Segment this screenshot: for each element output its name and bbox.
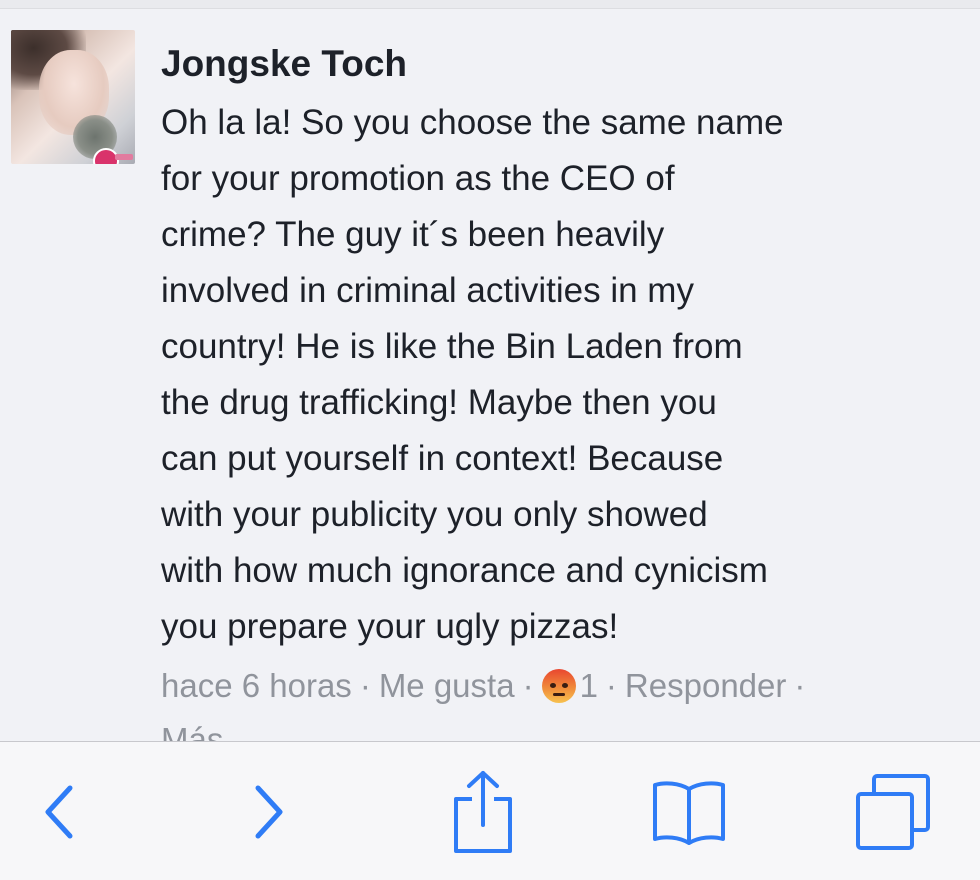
- meta-separator: ·: [794, 667, 806, 704]
- browser-toolbar: [0, 741, 980, 880]
- comment-author[interactable]: Jongske Toch: [161, 42, 407, 86]
- comment-text: Oh la la! So you choose the same name fo…: [161, 95, 971, 655]
- comment-text-line: Oh la la! So you choose the same name: [161, 103, 784, 142]
- back-icon: [45, 785, 73, 838]
- avatar[interactable]: [11, 30, 135, 164]
- bookmarks-icon: [653, 780, 725, 845]
- comment-text-line: involved in criminal activities in my: [161, 271, 694, 310]
- forward-icon: [255, 785, 283, 838]
- comment: Jongske Toch Oh la la! So you choose the…: [0, 9, 980, 741]
- comment-text-line: with your publicity you only showed: [161, 495, 708, 534]
- meta-separator: ·: [605, 667, 617, 704]
- share-icon: [454, 770, 512, 853]
- bookmarks-button[interactable]: [644, 742, 734, 880]
- angry-face-icon[interactable]: [541, 669, 576, 703]
- tabs-button[interactable]: [848, 742, 938, 880]
- comment-text-line: the drug trafficking! Maybe then you: [161, 383, 717, 422]
- tabs-icon: [856, 773, 930, 850]
- back-button[interactable]: [20, 742, 100, 880]
- reaction-count[interactable]: 1: [580, 667, 598, 704]
- comment-text-line: can put yourself in context! Because: [161, 439, 724, 478]
- comment-text-line: with how much ignorance and cynicism: [161, 551, 768, 590]
- comment-timestamp[interactable]: hace 6 horas: [161, 667, 352, 704]
- like-button[interactable]: Me gusta: [379, 667, 515, 704]
- more-button[interactable]: Más: [161, 716, 223, 741]
- comment-meta: hace 6 horas · Me gusta · 1 · Responder ·: [161, 662, 961, 710]
- top-divider: [0, 0, 980, 9]
- reply-button[interactable]: Responder: [625, 667, 786, 704]
- comment-text-line: crime? The guy it´s been heavily: [161, 215, 665, 254]
- avatar-logo-text: [115, 154, 133, 160]
- share-button[interactable]: [438, 742, 528, 880]
- comment-text-line: for your promotion as the CEO of: [161, 159, 675, 198]
- browser-screen: Jongske Toch Oh la la! So you choose the…: [0, 0, 980, 880]
- angry-face-mouth: [552, 693, 565, 696]
- comment-text-line: country! He is like the Bin Laden from: [161, 327, 743, 366]
- meta-separator: ·: [522, 667, 534, 704]
- comment-text-line: you prepare your ugly pizzas!: [161, 607, 619, 646]
- forward-button[interactable]: [228, 742, 308, 880]
- meta-separator: ·: [359, 667, 371, 704]
